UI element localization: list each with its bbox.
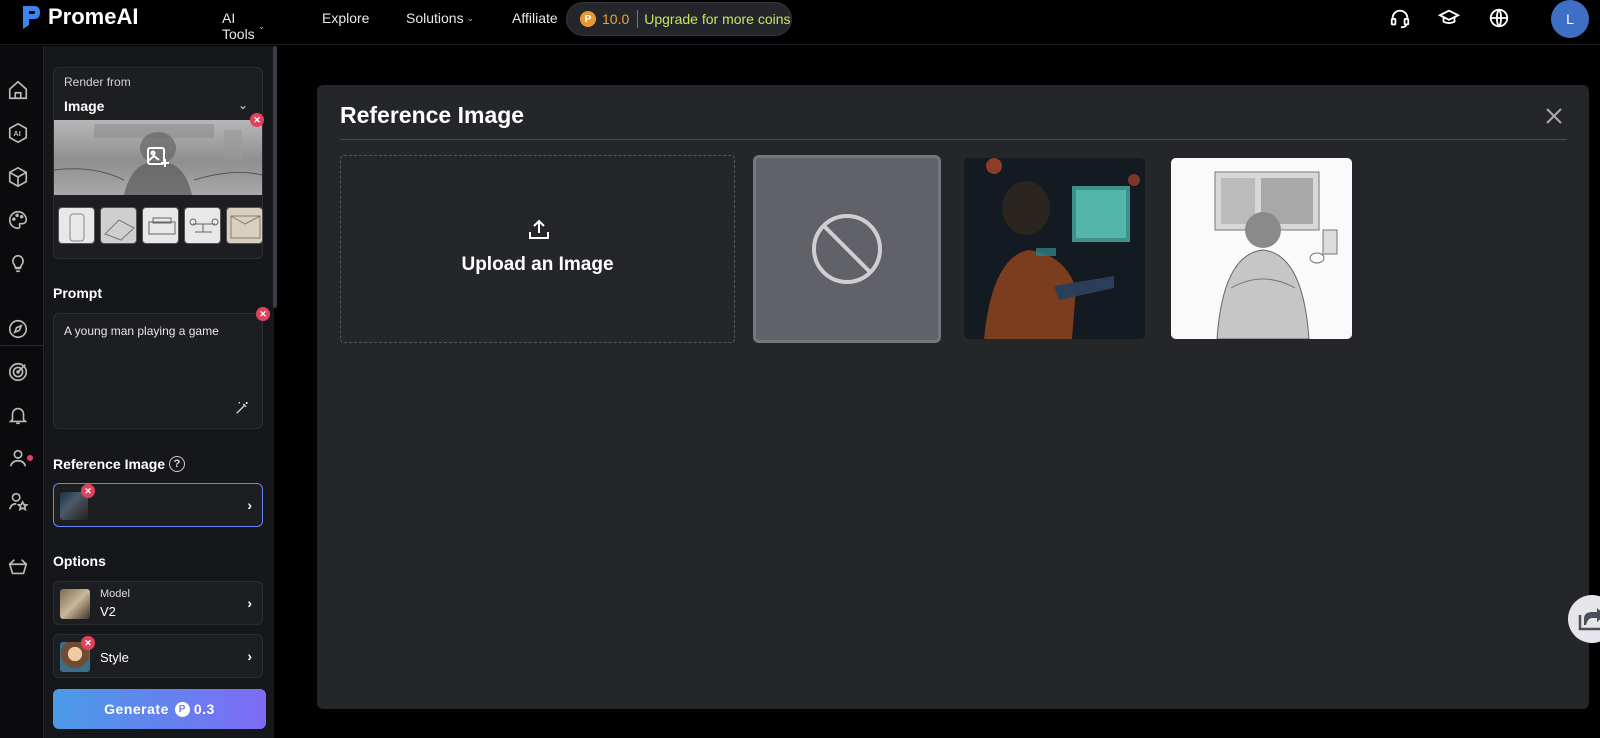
chevron-right-icon: › [247, 648, 252, 664]
add-image-icon[interactable] [146, 146, 170, 168]
render-from-value: Image [64, 98, 105, 114]
chevron-down-icon[interactable]: ⌄ [238, 98, 248, 112]
nav-solutions-label: Solutions [406, 10, 464, 26]
model-thumb [60, 589, 90, 619]
sample-thumb[interactable] [58, 207, 95, 244]
compass-icon[interactable] [7, 318, 29, 340]
notification-dot [27, 455, 33, 461]
svg-text:AI: AI [13, 129, 20, 138]
bell-icon[interactable] [7, 404, 29, 426]
palette-icon[interactable] [7, 209, 29, 231]
sample-thumb[interactable] [142, 207, 179, 244]
model-label: Model [100, 588, 130, 600]
prompt-input[interactable]: A young man playing a game [53, 313, 263, 429]
nav-solutions[interactable]: Solutions ⌄ [406, 10, 474, 26]
chevron-down-icon: ⌄ [466, 12, 475, 23]
render-from-card[interactable]: Render from Image ⌄ ✕ [53, 67, 264, 259]
reference-option-gamer-photo[interactable] [964, 158, 1145, 339]
model-option[interactable]: Model V2 › [53, 581, 263, 625]
nav-ai-tools-label: AI Tools [222, 10, 255, 42]
modal-title: Reference Image [340, 102, 525, 128]
sample-thumb[interactable] [184, 207, 221, 244]
gamer-photo [964, 158, 1145, 339]
share-icon [1578, 608, 1600, 631]
nav-explore-label: Explore [322, 10, 370, 26]
user-star-icon[interactable] [7, 490, 29, 512]
sample-thumbnails [58, 207, 263, 244]
render-from-label: Render from [64, 75, 131, 89]
share-button[interactable] [1568, 595, 1600, 643]
chevron-down-icon: ⌄ [257, 20, 266, 31]
nav-ai-tools[interactable]: AI Tools ⌄ [222, 10, 265, 42]
chevron-right-icon: › [247, 497, 252, 513]
source-sketch-image[interactable] [54, 120, 262, 195]
globe-icon[interactable] [1488, 7, 1510, 29]
headset-icon[interactable] [1389, 7, 1411, 29]
home-icon[interactable] [7, 79, 29, 101]
help-icon[interactable]: ? [169, 456, 185, 472]
upload-image-dropzone[interactable]: Upload an Image [340, 155, 735, 343]
panel-scrollbar[interactable] [273, 46, 277, 308]
coin-separator [637, 10, 639, 28]
remove-image-icon[interactable]: ✕ [250, 113, 264, 127]
ai-icon[interactable]: AI [7, 122, 29, 144]
generate-button[interactable]: Generate P 0.3 [53, 689, 266, 729]
sample-thumb[interactable] [226, 207, 263, 244]
prompt-text: A young man playing a game [64, 324, 219, 338]
nav-affiliate[interactable]: Affiliate [512, 10, 558, 26]
upgrade-link[interactable]: Upgrade for more coins [644, 11, 790, 27]
prompt-title: Prompt [53, 285, 102, 301]
logo[interactable]: PromeAI [20, 2, 138, 32]
user-icon[interactable] [7, 447, 29, 469]
modal-divider [340, 139, 1567, 140]
options-title: Options [53, 553, 106, 569]
reference-image-modal: Reference Image Upload an Image [317, 85, 1589, 709]
upload-icon [529, 219, 549, 239]
generate-cost: 0.3 [193, 701, 215, 717]
reference-option-sketch[interactable] [1171, 158, 1352, 339]
reference-image-title: Reference Image [53, 456, 166, 472]
coin-icon: P [580, 11, 596, 27]
remove-reference-icon[interactable]: ✕ [81, 484, 95, 498]
model-value: V2 [100, 604, 116, 619]
coin-amount: 10.0 [602, 11, 630, 27]
no-reference-option[interactable] [753, 155, 941, 343]
coin-icon: P [174, 701, 190, 717]
chevron-right-icon: › [247, 595, 252, 611]
clear-prompt-icon[interactable]: ✕ [256, 307, 270, 321]
prohibited-icon [812, 214, 882, 284]
basket-icon[interactable] [7, 556, 29, 578]
nav-affiliate-label: Affiliate [512, 10, 558, 26]
left-rail: AI [0, 46, 44, 738]
coin-balance[interactable]: P 10.0 Upgrade for more coins [566, 2, 792, 36]
close-icon[interactable] [1545, 107, 1563, 125]
target-icon[interactable] [7, 361, 29, 383]
avatar[interactable]: L [1551, 0, 1589, 38]
top-bar: PromeAI AI Tools ⌄ Explore Solutions ⌄ A… [0, 0, 1600, 45]
upload-label: Upload an Image [461, 254, 614, 275]
graduation-cap-icon[interactable] [1438, 7, 1460, 29]
sample-thumb[interactable] [100, 207, 137, 244]
logo-icon [23, 6, 40, 29]
style-label: Style [100, 650, 129, 665]
magic-wand-icon[interactable] [234, 400, 250, 416]
nav-explore[interactable]: Explore [322, 10, 369, 26]
generate-label: Generate [104, 701, 169, 717]
lightbulb-icon[interactable] [7, 252, 29, 274]
remove-style-icon[interactable]: ✕ [81, 636, 95, 650]
rail-divider [0, 345, 44, 346]
cube-icon[interactable] [7, 166, 29, 188]
brand-name: PromeAI [48, 4, 139, 29]
sketch-photo [1171, 158, 1352, 339]
